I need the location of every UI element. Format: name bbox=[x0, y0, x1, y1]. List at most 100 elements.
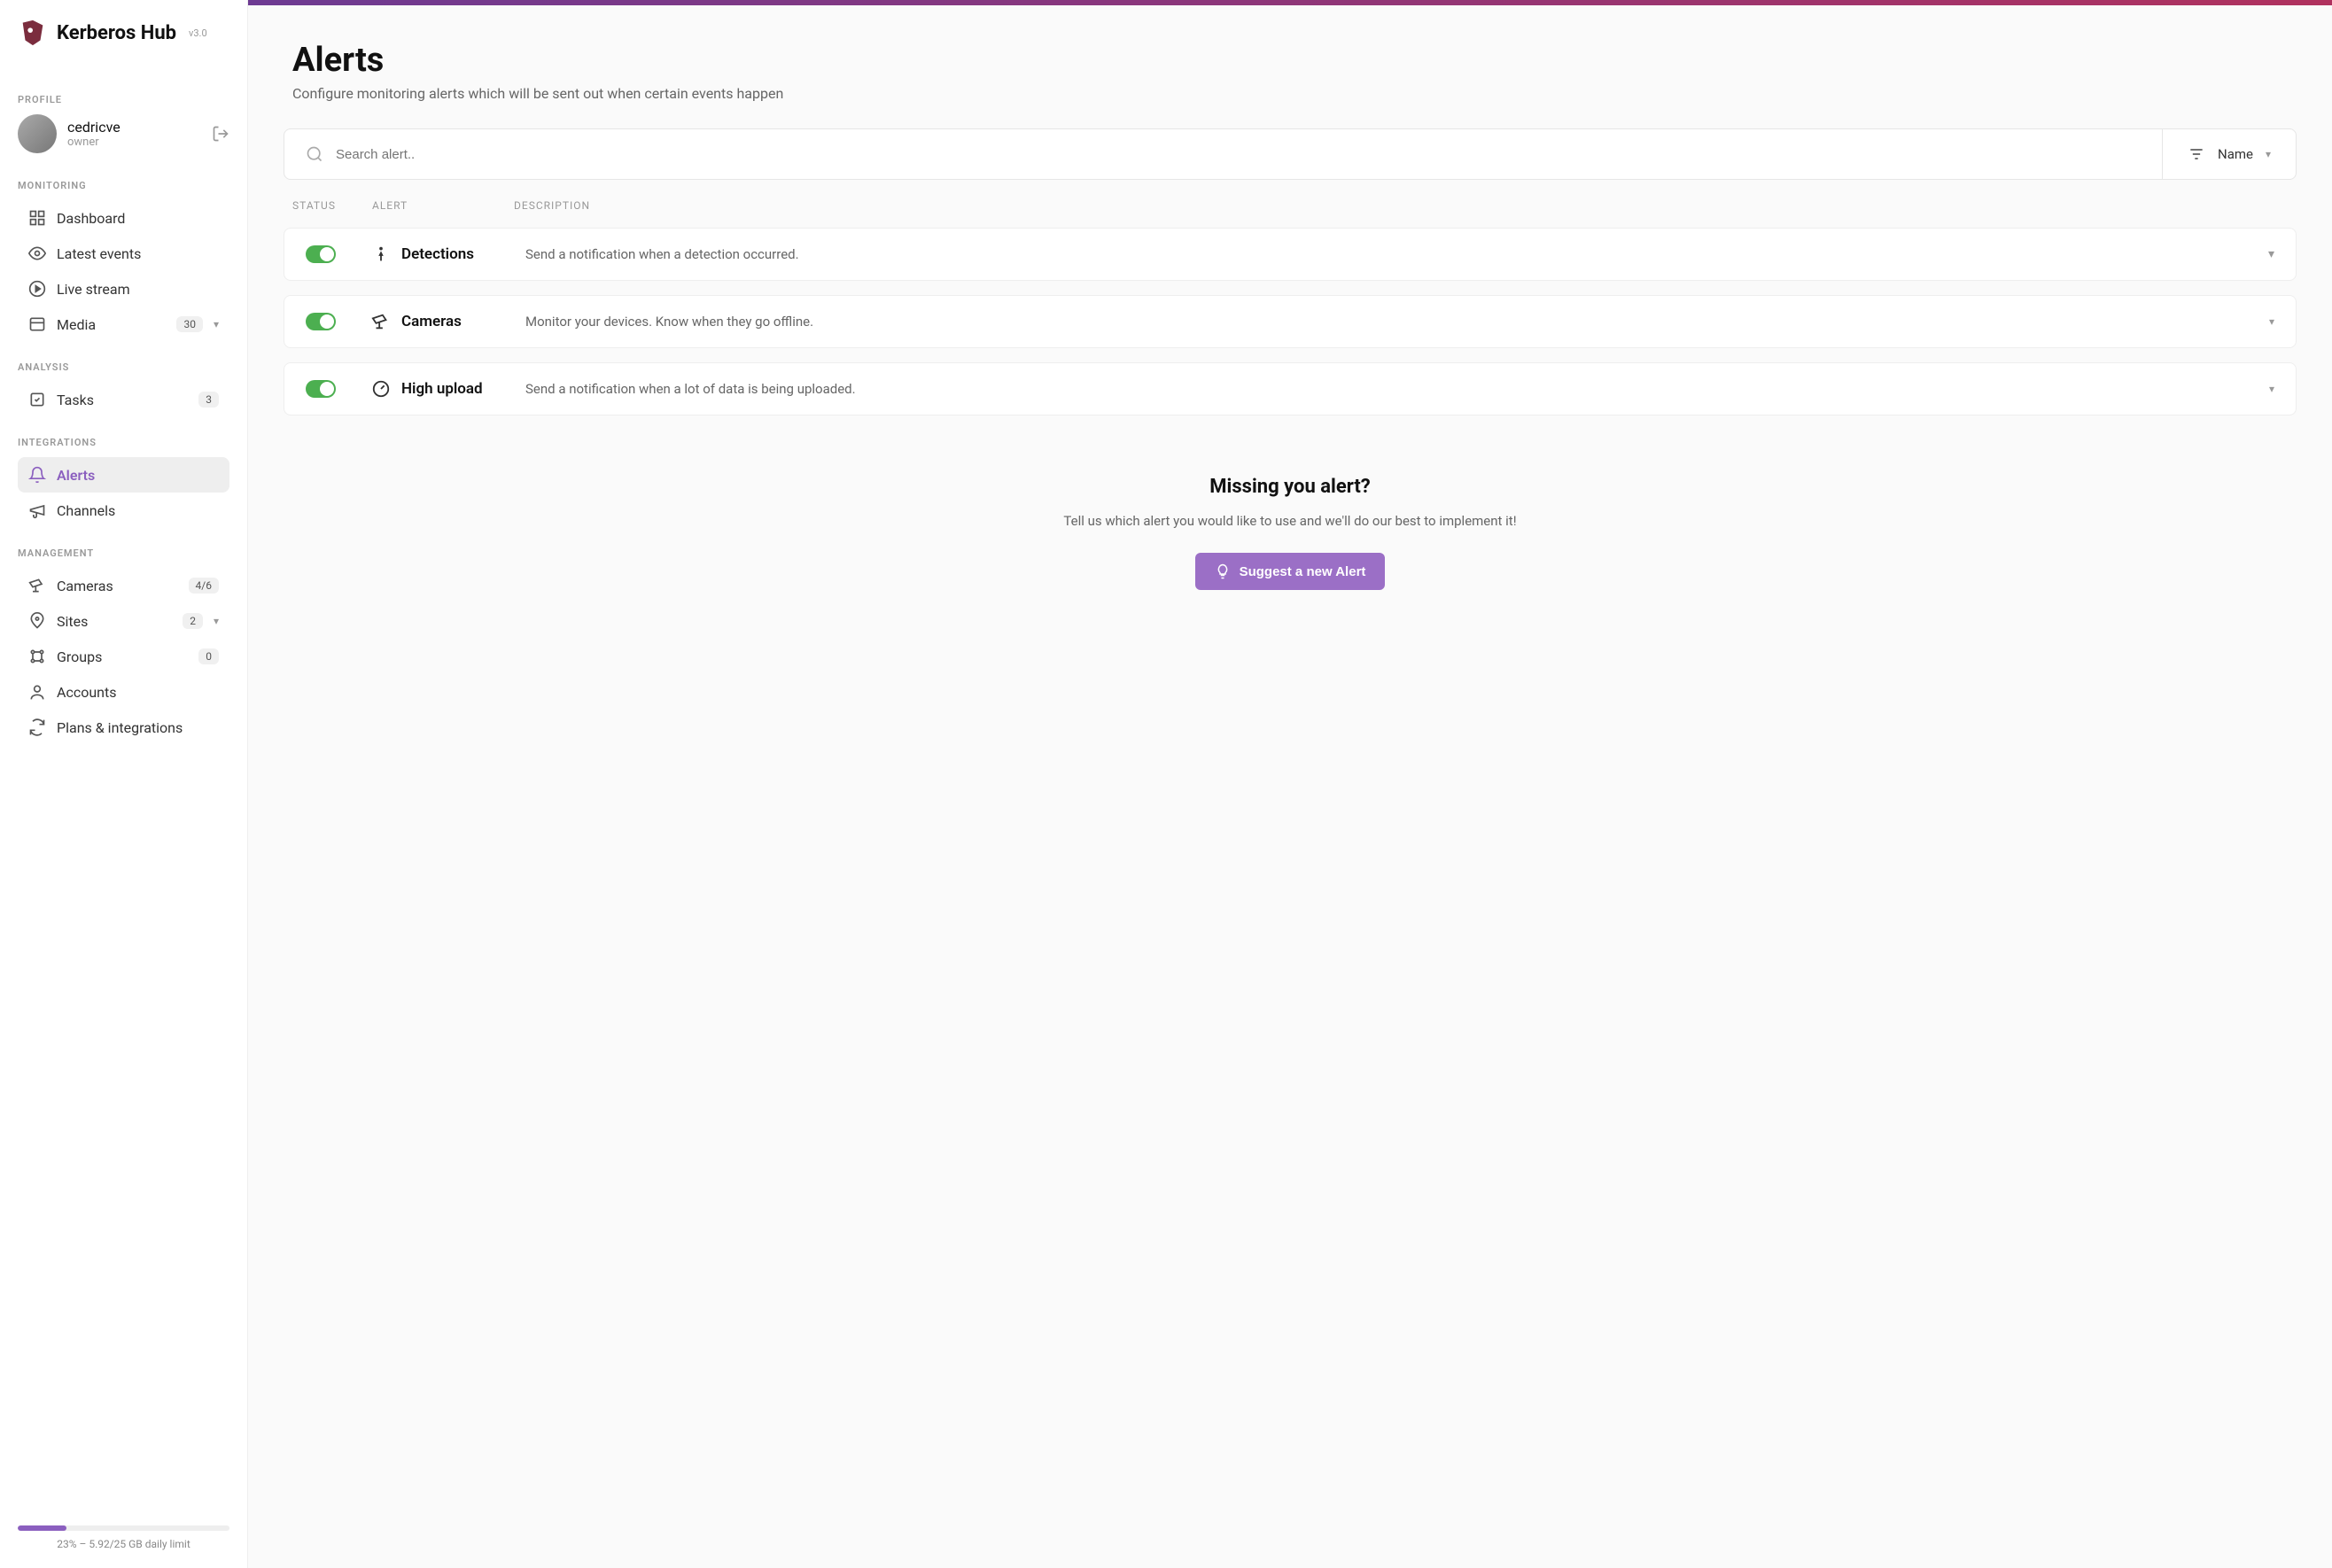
section-management: MANAGEMENT bbox=[18, 547, 229, 559]
gauge-icon bbox=[371, 379, 391, 399]
tasks-badge: 3 bbox=[198, 392, 219, 408]
sidebar-item-label: Accounts bbox=[57, 684, 219, 701]
search-input[interactable] bbox=[336, 147, 2141, 162]
camera-icon bbox=[28, 577, 46, 594]
media-icon bbox=[28, 315, 46, 333]
page-subtitle: Configure monitoring alerts which will b… bbox=[292, 85, 2288, 102]
avatar bbox=[18, 114, 57, 153]
usage-track bbox=[18, 1525, 229, 1531]
sidebar-item-label: Cameras bbox=[57, 578, 178, 594]
toolbar: Name ▾ bbox=[284, 128, 2297, 180]
sidebar: Kerberos Hub v3.0 PROFILE cedricve owner… bbox=[0, 0, 248, 1568]
cursor-pointer-icon: ▾ bbox=[2268, 247, 2274, 261]
sidebar-item-groups[interactable]: Groups 0 bbox=[18, 639, 229, 674]
sidebar-item-channels[interactable]: Channels bbox=[18, 493, 229, 528]
logout-icon[interactable] bbox=[212, 125, 229, 143]
media-badge: 30 bbox=[176, 316, 203, 332]
alert-name: Detections bbox=[401, 245, 525, 263]
profile-name: cedricve bbox=[67, 119, 201, 136]
usage-bar: 23% – 5.92/25 GB daily limit bbox=[18, 1510, 229, 1550]
toggle-switch[interactable] bbox=[306, 313, 336, 330]
refresh-icon bbox=[28, 718, 46, 736]
alert-description: Send a notification when a detection occ… bbox=[525, 246, 2268, 262]
cta-title: Missing you alert? bbox=[1063, 476, 1516, 498]
user-icon bbox=[28, 683, 46, 701]
sort-label: Name bbox=[2218, 146, 2253, 162]
col-status: STATUS bbox=[292, 199, 372, 212]
sidebar-item-tasks[interactable]: Tasks 3 bbox=[18, 382, 229, 417]
bell-icon bbox=[28, 466, 46, 484]
groups-badge: 0 bbox=[198, 648, 219, 664]
section-profile: PROFILE bbox=[18, 94, 229, 105]
sidebar-item-sites[interactable]: Sites 2 ▾ bbox=[18, 603, 229, 639]
usage-fill bbox=[18, 1525, 66, 1531]
tasks-icon bbox=[28, 391, 46, 408]
sidebar-item-accounts[interactable]: Accounts bbox=[18, 674, 229, 710]
cameras-badge: 4/6 bbox=[189, 578, 219, 594]
sidebar-item-cameras[interactable]: Cameras 4/6 bbox=[18, 568, 229, 603]
brand: Kerberos Hub v3.0 bbox=[18, 18, 229, 48]
section-monitoring: MONITORING bbox=[18, 180, 229, 191]
sidebar-item-dashboard[interactable]: Dashboard bbox=[18, 200, 229, 236]
alert-description: Monitor your devices. Know when they go … bbox=[525, 314, 2269, 330]
camera-icon bbox=[371, 312, 391, 331]
usage-text: 23% – 5.92/25 GB daily limit bbox=[18, 1538, 229, 1550]
sites-badge: 2 bbox=[183, 613, 203, 629]
sidebar-item-latest-events[interactable]: Latest events bbox=[18, 236, 229, 271]
sidebar-item-label: Plans & integrations bbox=[57, 719, 219, 736]
page-title: Alerts bbox=[292, 41, 2288, 80]
sidebar-item-plans[interactable]: Plans & integrations bbox=[18, 710, 229, 745]
col-description: DESCRIPTION bbox=[514, 199, 2288, 212]
section-analysis: ANALYSIS bbox=[18, 361, 229, 373]
chevron-down-icon: ▾ bbox=[2266, 148, 2271, 160]
sidebar-item-label: Latest events bbox=[57, 245, 219, 262]
logo-icon bbox=[18, 18, 48, 48]
alert-row-cameras[interactable]: Cameras Monitor your devices. Know when … bbox=[284, 295, 2297, 348]
list-header: STATUS ALERT DESCRIPTION bbox=[248, 180, 2332, 221]
chevron-down-icon: ▾ bbox=[214, 615, 219, 627]
sort-dropdown[interactable]: Name ▾ bbox=[2163, 129, 2296, 179]
play-icon bbox=[28, 280, 46, 298]
suggest-alert-button[interactable]: Suggest a new Alert bbox=[1195, 553, 1386, 590]
profile-role: owner bbox=[67, 136, 201, 149]
search-box[interactable] bbox=[284, 129, 2163, 179]
lightbulb-icon bbox=[1215, 563, 1231, 579]
alert-row-detections[interactable]: Detections Send a notification when a de… bbox=[284, 228, 2297, 281]
toggle-switch[interactable] bbox=[306, 380, 336, 398]
toggle-switch[interactable] bbox=[306, 245, 336, 263]
cta-block: Missing you alert? Tell us which alert y… bbox=[1063, 476, 1516, 590]
megaphone-icon bbox=[28, 501, 46, 519]
alert-description: Send a notification when a lot of data i… bbox=[525, 381, 2269, 397]
sidebar-item-label: Alerts bbox=[57, 467, 219, 484]
search-icon bbox=[306, 145, 323, 163]
col-alert: ALERT bbox=[372, 199, 514, 212]
alert-row-high-upload[interactable]: High upload Send a notification when a l… bbox=[284, 362, 2297, 415]
dashboard-icon bbox=[28, 209, 46, 227]
profile-row: cedricve owner bbox=[18, 114, 229, 153]
chevron-down-icon: ▾ bbox=[2269, 383, 2274, 395]
person-icon bbox=[371, 245, 391, 264]
eye-icon bbox=[28, 245, 46, 262]
sidebar-item-media[interactable]: Media 30 ▾ bbox=[18, 307, 229, 342]
sidebar-item-label: Live stream bbox=[57, 281, 219, 298]
cta-button-label: Suggest a new Alert bbox=[1240, 564, 1366, 579]
sidebar-item-label: Sites bbox=[57, 613, 172, 630]
sidebar-item-live-stream[interactable]: Live stream bbox=[18, 271, 229, 307]
location-icon bbox=[28, 612, 46, 630]
sidebar-item-label: Media bbox=[57, 316, 166, 333]
filter-icon bbox=[2188, 145, 2205, 163]
chevron-down-icon: ▾ bbox=[214, 318, 219, 330]
sidebar-item-label: Dashboard bbox=[57, 210, 219, 227]
brand-name: Kerberos Hub bbox=[57, 22, 176, 44]
groups-icon bbox=[28, 648, 46, 665]
sidebar-item-label: Channels bbox=[57, 502, 219, 519]
sidebar-item-label: Groups bbox=[57, 648, 188, 665]
main: Alerts Configure monitoring alerts which… bbox=[248, 0, 2332, 1568]
cta-text: Tell us which alert you would like to us… bbox=[1063, 510, 1516, 532]
chevron-down-icon: ▾ bbox=[2269, 315, 2274, 328]
profile-text: cedricve owner bbox=[67, 119, 201, 149]
sidebar-item-alerts[interactable]: Alerts bbox=[18, 457, 229, 493]
alert-name: High upload bbox=[401, 380, 525, 398]
section-integrations: INTEGRATIONS bbox=[18, 437, 229, 448]
brand-version: v3.0 bbox=[189, 27, 207, 39]
